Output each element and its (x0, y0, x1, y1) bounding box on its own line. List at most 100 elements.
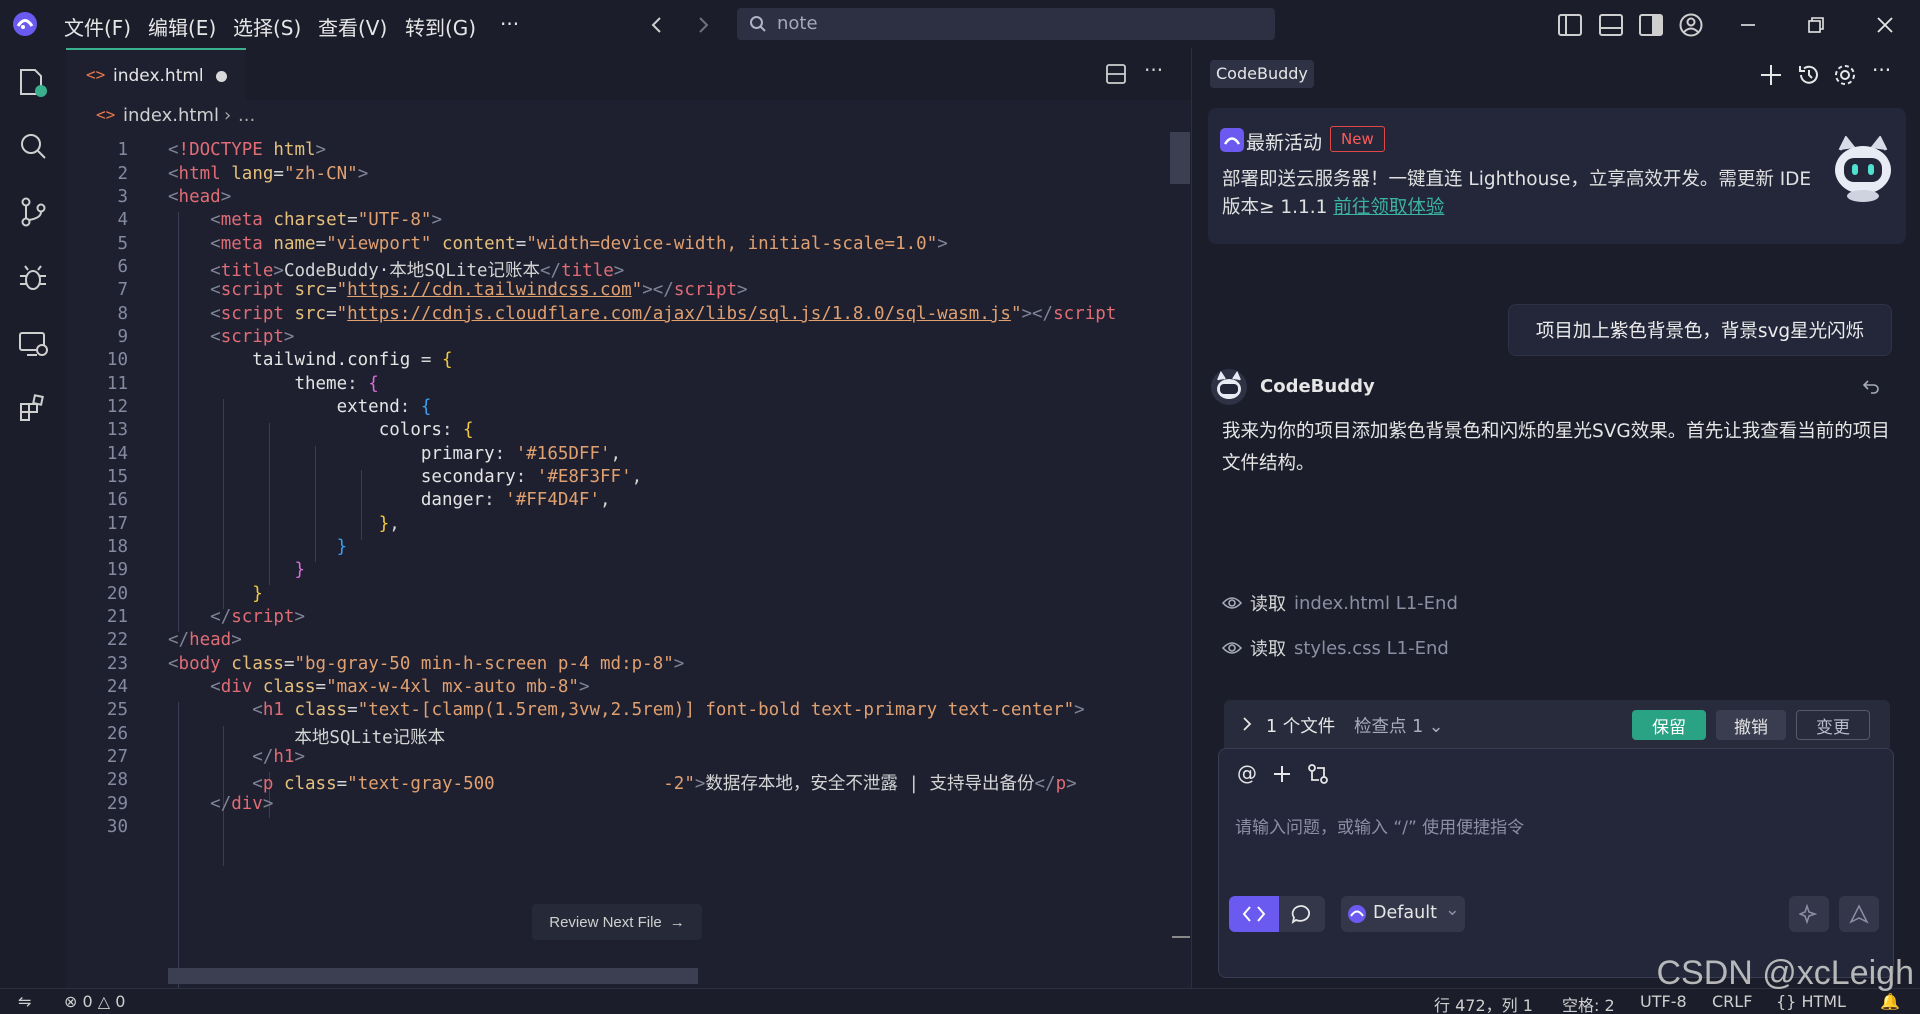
enhance-prompt-button[interactable] (1789, 896, 1829, 932)
code-line: 本地SQLite记账本 (168, 728, 446, 748)
read-file[interactable]: index.html L1-End (1294, 593, 1458, 614)
language-mode[interactable]: {} HTML (1776, 992, 1846, 1011)
mention-icon[interactable]: @ (1237, 761, 1257, 785)
user-message-text: 项目加上紫色背景色，背景svg星光闪烁 (1535, 321, 1865, 342)
chevron-right-icon[interactable] (1242, 716, 1252, 732)
back-button[interactable] (644, 12, 670, 38)
line-number: 9 (117, 327, 128, 347)
read-label: 读取 (1250, 594, 1286, 615)
code-line: <div class="max-w-4xl mx-auto mb-8"> (210, 677, 590, 697)
new-badge: New (1330, 126, 1385, 152)
menu-more[interactable]: ··· (500, 12, 519, 36)
sparkle-icon (1799, 904, 1818, 924)
extensions-button[interactable] (17, 392, 49, 424)
menu-goto[interactable]: 转到(G) (405, 12, 476, 41)
search-view-button[interactable] (17, 130, 49, 162)
read-step: 读取 index.html L1-End (1222, 590, 1458, 616)
chat-input-box[interactable]: @ 请输入问题，或输入 “/” 使用便捷指令 Default ⌄ (1218, 748, 1894, 978)
git-compare-icon[interactable] (1307, 763, 1329, 785)
changed-files-count[interactable]: 1 个文件 (1266, 713, 1335, 738)
remote-explorer-button[interactable] (17, 328, 49, 360)
command-search-input[interactable]: note (737, 8, 1275, 40)
code-line: extend: { (336, 397, 432, 417)
explorer-button[interactable] (17, 66, 49, 98)
model-select[interactable]: Default ⌄ (1341, 896, 1465, 932)
model-name: Default (1373, 903, 1437, 923)
notifications-bell-icon[interactable]: 🔔 (1880, 992, 1900, 1011)
line-number: 7 (117, 280, 128, 300)
editor-tab-bar: <> index.html ··· (66, 48, 1191, 100)
code-line: danger: '#FF4D4F', (420, 490, 611, 510)
code-line: } (336, 537, 348, 557)
settings-gear-icon[interactable] (1832, 62, 1858, 88)
code-line: } (294, 560, 305, 580)
menu-edit[interactable]: 编辑(E) (148, 12, 216, 41)
account-button[interactable] (1678, 12, 1704, 38)
source-control-button[interactable] (17, 196, 49, 228)
code-line: }, (378, 514, 400, 534)
secondary-sidebar-icon (1639, 14, 1663, 36)
breadcrumb-more[interactable]: ... (238, 105, 255, 126)
code-line: <title>CodeBuddy·本地SQLite记账本</title> (210, 261, 625, 281)
search-icon (750, 16, 766, 32)
debug-button[interactable] (17, 262, 49, 294)
app-logo-icon (13, 12, 37, 36)
chevron-right-icon (699, 17, 709, 33)
review-next-file-button[interactable]: Review Next File → (532, 904, 702, 940)
remote-indicator-icon[interactable]: ⇋ (18, 992, 31, 1011)
horizontal-scrollbar[interactable] (168, 968, 698, 984)
split-editor-icon[interactable] (1106, 64, 1126, 84)
checkpoint-select[interactable]: 检查点 1 ⌄ (1354, 713, 1443, 738)
tab-index-html[interactable]: <> index.html (66, 48, 246, 100)
panel-more-icon[interactable]: ··· (1872, 58, 1891, 82)
line-number: 15 (106, 467, 128, 487)
toggle-secondary-sidebar-button[interactable] (1638, 12, 1664, 38)
indentation[interactable]: 空格: 2 (1562, 992, 1615, 1014)
codebuddy-avatar (1211, 369, 1247, 405)
cursor-position[interactable]: 行 472，列 1 (1434, 992, 1533, 1014)
new-chat-plus-icon[interactable] (1758, 62, 1784, 88)
line-number: 26 (106, 724, 128, 744)
toggle-sidebar-button[interactable] (1557, 12, 1583, 38)
line-number: 6 (117, 257, 128, 277)
keep-button[interactable]: 保留 (1632, 710, 1706, 740)
problems-indicator[interactable]: ⊗ 0 △ 0 (64, 992, 125, 1011)
menu-select[interactable]: 选择(S) (233, 12, 301, 41)
eye-icon (1222, 642, 1242, 654)
promo-card: 最新活动 New 部署即送云服务器！一键直连 Lighthouse，立享高效开发… (1208, 108, 1906, 244)
unsaved-dot-icon[interactable] (216, 71, 227, 82)
close-icon (1877, 17, 1893, 33)
undo-arrow-icon[interactable] (1862, 378, 1880, 396)
add-context-plus-icon[interactable] (1273, 765, 1291, 783)
code-mode-button[interactable] (1229, 896, 1279, 932)
code-line: <head> (168, 187, 232, 207)
minimize-button[interactable] (1735, 12, 1761, 38)
send-button[interactable] (1839, 896, 1879, 932)
chat-mode-button[interactable] (1279, 896, 1325, 932)
panel-layout-icon (1599, 14, 1623, 36)
code-line: colors: { (378, 420, 474, 440)
toggle-panel-button[interactable] (1598, 12, 1624, 38)
diff-button[interactable]: 变更 (1796, 710, 1870, 740)
read-file[interactable]: styles.css L1-End (1294, 638, 1449, 659)
forward-button[interactable] (690, 12, 716, 38)
history-icon[interactable] (1796, 62, 1822, 88)
menu-view[interactable]: 查看(V) (318, 12, 387, 41)
code-editor[interactable]: 1 2 3 4 5 6 7 8 9 10 11 12 13 14 15 16 17 18 19 20 21 22 23 24 2… (66, 130, 1191, 988)
close-window-button[interactable] (1872, 12, 1898, 38)
menu-file[interactable]: 文件(F) (64, 12, 131, 41)
code-line: </script> (210, 607, 305, 627)
restore-button[interactable] (1803, 12, 1829, 38)
line-number: 11 (106, 374, 128, 394)
editor-more-icon[interactable]: ··· (1144, 58, 1163, 82)
encoding[interactable]: UTF-8 (1640, 992, 1687, 1011)
line-ending[interactable]: CRLF (1712, 992, 1752, 1011)
promo-link[interactable]: 前往领取体验 (1333, 197, 1444, 218)
line-number: 5 (117, 234, 128, 254)
line-number: 18 (106, 537, 128, 557)
undo-button[interactable]: 撤销 (1716, 710, 1786, 740)
vertical-scrollbar[interactable] (1170, 132, 1190, 184)
breadcrumb-separator-icon: › (224, 105, 232, 126)
breadcrumb-file[interactable]: index.html (123, 105, 219, 126)
scrollbar-marker (1172, 936, 1190, 938)
